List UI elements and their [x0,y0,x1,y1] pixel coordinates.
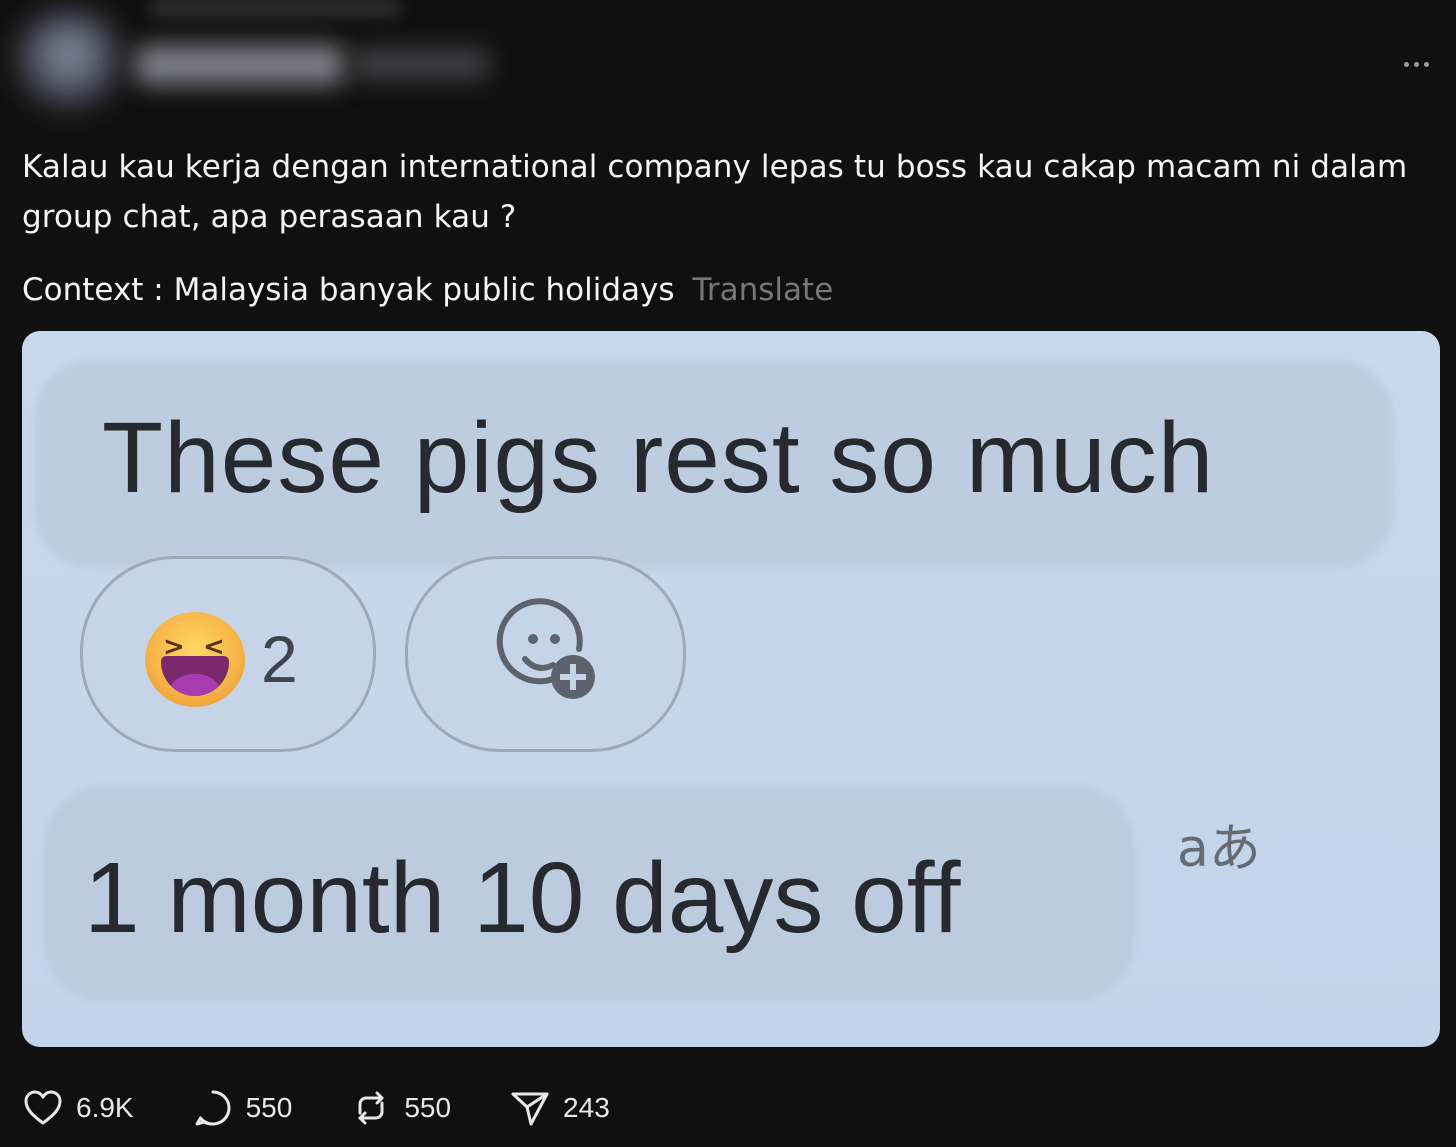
share-button[interactable]: 243 [509,1087,610,1129]
reaction-pill: > < 2 [80,556,376,752]
reply-button[interactable]: 550 [192,1087,293,1129]
laughing-emoji-icon: > < [145,612,245,707]
chat-message-text: 1 month 10 days off [84,842,961,954]
add-reaction-pill [405,556,686,752]
repost-count: 550 [404,1092,452,1123]
post-actions: 6.9K 550 550 243 [22,1080,668,1136]
avatar[interactable] [14,10,124,110]
repost-icon [358,1091,384,1125]
more-options-icon[interactable] [1398,52,1434,76]
author-name[interactable] [135,45,345,85]
heart-icon [24,1090,62,1125]
like-button[interactable]: 6.9K [22,1087,134,1129]
comment-icon [195,1090,231,1126]
like-count: 6.9K [76,1092,134,1123]
blurred-header-text [150,0,400,16]
send-icon [511,1092,549,1126]
post-context: Context : Malaysia banyak public holiday… [22,272,675,308]
repost-button[interactable]: 550 [350,1087,451,1129]
reaction-count: 2 [261,622,298,696]
add-reaction-icon [496,598,595,699]
post-card: Kalau kau kerja dengan international com… [0,0,1456,1147]
post-context-line: Context : Malaysia banyak public holiday… [22,267,833,313]
post-body: Kalau kau kerja dengan international com… [22,149,1408,235]
post-image[interactable]: These pigs rest so much > < 2 1 month 10… [22,331,1440,1047]
reply-count: 550 [245,1092,293,1123]
post-timestamp [350,48,490,80]
share-count: 243 [563,1092,610,1123]
chat-message-text: These pigs rest so much [102,402,1215,514]
translate-link[interactable]: Translate [693,272,834,308]
post-header [0,0,1456,120]
translate-icon: aあ [1177,819,1261,879]
